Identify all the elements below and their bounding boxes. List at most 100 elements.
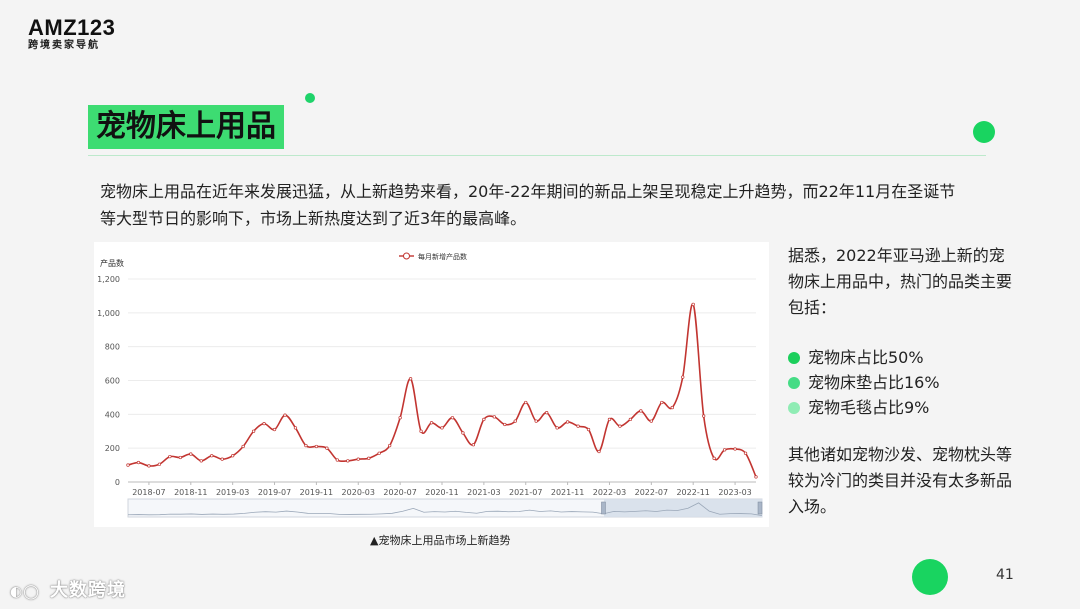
y-tick-label: 400 bbox=[105, 410, 120, 419]
data-point bbox=[743, 451, 748, 455]
data-point bbox=[157, 462, 162, 466]
data-point bbox=[314, 444, 319, 449]
data-point bbox=[492, 415, 496, 419]
bullet-label: 宠物床垫占比16% bbox=[808, 372, 940, 392]
bullet-dot bbox=[788, 376, 800, 389]
data-point bbox=[660, 400, 664, 405]
x-tick-label: 2021-11 bbox=[551, 488, 584, 497]
data-point bbox=[367, 456, 371, 460]
data-point bbox=[461, 431, 465, 435]
data-point bbox=[597, 449, 601, 454]
x-tick-label: 2019-03 bbox=[216, 488, 249, 497]
side-lead: 据悉，2022年亚马逊上新的宠物床上用品中，热门的品类主要包括： bbox=[788, 246, 1013, 317]
data-point bbox=[618, 424, 622, 428]
trend-chart-card: 0 200 400 600 800 1,000 1,200 产品数 2018-07 2018-11… bbox=[94, 242, 769, 527]
data-point bbox=[503, 422, 507, 427]
data-point bbox=[272, 427, 277, 432]
data-point bbox=[408, 377, 413, 381]
data-point bbox=[293, 426, 298, 430]
data-point bbox=[482, 417, 486, 422]
data-point bbox=[576, 424, 580, 428]
data-point bbox=[346, 459, 350, 463]
x-tick-label: 2023-03 bbox=[718, 488, 751, 497]
data-point bbox=[712, 456, 716, 460]
x-tick-label: 2022-03 bbox=[593, 488, 626, 497]
y-tick-label: 200 bbox=[105, 444, 120, 453]
legend-label: 每月新增产品数 bbox=[418, 252, 467, 261]
data-point bbox=[670, 405, 674, 410]
data-point bbox=[147, 464, 151, 468]
data-point bbox=[471, 443, 476, 447]
zoom-handle-left bbox=[601, 501, 606, 515]
y-tick-label: 600 bbox=[105, 377, 120, 386]
data-point bbox=[178, 455, 182, 460]
bullet-dot bbox=[788, 401, 800, 414]
data-point bbox=[691, 302, 695, 307]
data-point bbox=[649, 419, 653, 423]
decorative-dot-bottom bbox=[912, 559, 948, 595]
data-point bbox=[136, 460, 141, 465]
decorative-dot-top bbox=[973, 121, 995, 143]
list-item: 宠物床垫占比16% bbox=[788, 370, 1018, 395]
data-point bbox=[251, 429, 256, 433]
data-point bbox=[534, 419, 538, 423]
data-point bbox=[335, 458, 339, 462]
intro-paragraph: 宠物床上用品在近年来发展迅猛，从上新趋势来看，20年-22年期间的新品上架呈现稳… bbox=[100, 182, 956, 228]
data-point bbox=[241, 444, 245, 449]
data-point bbox=[639, 409, 643, 413]
x-tick-label: 2019-11 bbox=[300, 488, 333, 497]
legend-marker bbox=[403, 252, 410, 260]
chart-caption: ▲宠物床上用品市场上新趋势 bbox=[370, 534, 511, 547]
data-point bbox=[440, 426, 444, 430]
zoom-handle-right bbox=[757, 501, 763, 515]
data-point bbox=[733, 447, 737, 451]
series-line bbox=[127, 303, 757, 478]
x-tick-label: 2021-03 bbox=[467, 488, 500, 497]
zoom-selection bbox=[603, 499, 763, 517]
y-tick-label: 800 bbox=[105, 343, 120, 352]
data-point bbox=[419, 429, 423, 433]
list-item: 宠物床占比50% bbox=[788, 345, 1018, 370]
data-point bbox=[283, 413, 287, 417]
x-tick-label: 2021-07 bbox=[509, 488, 542, 497]
data-point bbox=[398, 416, 402, 420]
logo-wordmark: AMZ123 bbox=[28, 15, 116, 40]
watermark-logo-icon: ◐◯ bbox=[10, 584, 40, 600]
y-axis-label: 产品数 bbox=[100, 258, 124, 268]
y-tick-label: 1,200 bbox=[97, 275, 120, 284]
list-item: 宠物毛毯占比9% bbox=[788, 395, 1018, 420]
page-title: 宠物床上用品 bbox=[88, 105, 284, 149]
chart-axes: 0 200 400 600 800 1,000 1,200 产品数 2018-07 2018-11… bbox=[97, 258, 752, 497]
data-point bbox=[429, 421, 434, 425]
data-point bbox=[126, 463, 130, 467]
x-tick-label: 2020-11 bbox=[425, 488, 458, 497]
bullet-dot bbox=[788, 351, 800, 364]
x-tick-label: 2018-07 bbox=[132, 488, 165, 497]
chart-legend: 每月新增产品数 bbox=[399, 252, 467, 261]
data-point bbox=[377, 451, 381, 455]
x-tick-label: 2020-03 bbox=[342, 488, 375, 497]
data-point bbox=[722, 448, 727, 452]
data-point bbox=[220, 457, 224, 461]
data-point bbox=[450, 416, 455, 420]
bullet-label: 宠物床占比50% bbox=[808, 347, 924, 367]
data-point bbox=[304, 443, 308, 448]
trend-line-chart: 0 200 400 600 800 1,000 1,200 产品数 2018-07 2018-11… bbox=[97, 252, 763, 518]
data-point bbox=[555, 426, 559, 430]
logo-tagline: 跨境卖家导航 bbox=[28, 40, 100, 51]
brand-logo: AMZ123 跨境卖家导航 bbox=[28, 16, 115, 52]
bullet-label: 宠物毛毯占比9% bbox=[808, 397, 930, 417]
chart-zoom-slider[interactable] bbox=[127, 498, 763, 518]
title-divider bbox=[88, 155, 986, 156]
category-list: 宠物床占比50% 宠物床垫占比16% 宠物毛毯占比9% bbox=[788, 345, 1018, 420]
data-point bbox=[607, 417, 612, 422]
watermark-text: 大数跨境 bbox=[50, 580, 126, 601]
data-point bbox=[681, 375, 685, 379]
data-point bbox=[628, 417, 633, 422]
data-point bbox=[199, 459, 203, 463]
y-tick-label: 0 bbox=[115, 478, 120, 487]
data-point bbox=[524, 400, 528, 405]
data-point bbox=[586, 427, 591, 432]
data-point bbox=[702, 414, 706, 418]
data-point bbox=[388, 443, 392, 448]
